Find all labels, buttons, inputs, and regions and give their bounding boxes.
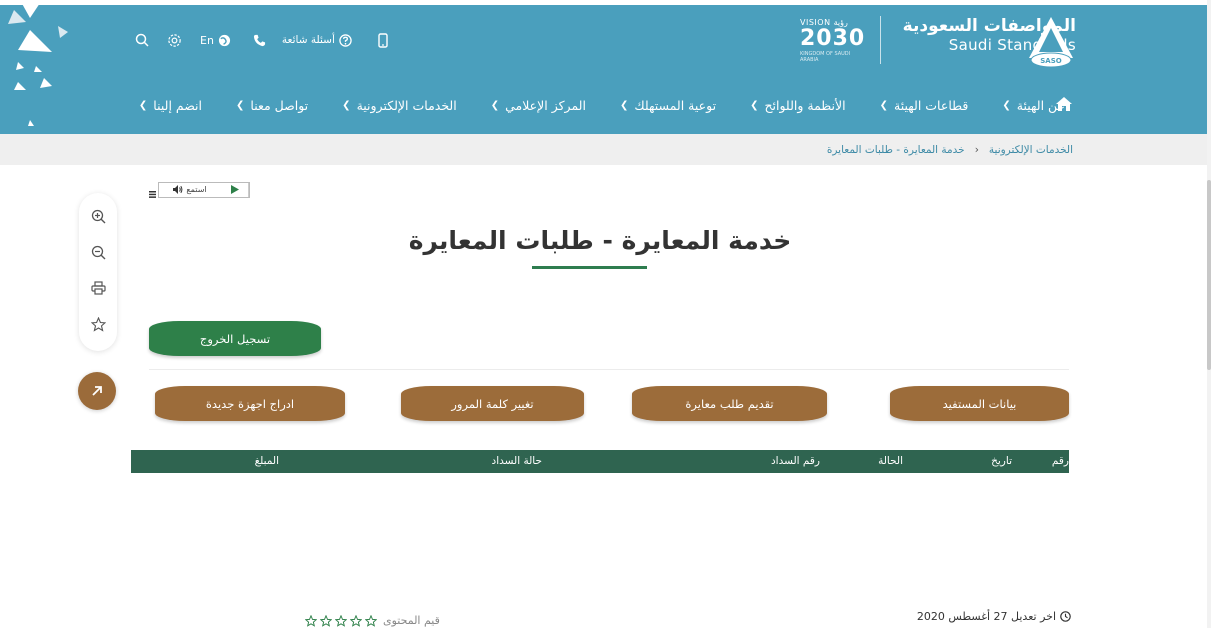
divider	[149, 369, 1069, 370]
nav-item-media[interactable]: المركز الإعلامي ❯	[491, 98, 586, 113]
vision-sub: KINGDOM OF SAUDI ARABIA	[800, 51, 851, 63]
print-icon[interactable]	[88, 279, 108, 297]
brand-divider	[880, 16, 881, 64]
breadcrumb: الخدمات الإلكترونية ‹ خدمة المعايرة - طل…	[0, 134, 1211, 165]
listen-widget: استمع	[149, 181, 250, 198]
zoom-in-icon[interactable]	[88, 207, 108, 225]
logout-button[interactable]: تسجيل الخروج	[149, 321, 321, 356]
vision-2030-logo: VISION رؤية 2030 KINGDOM OF SAUDI ARABIA	[800, 18, 866, 64]
listen-player: استمع	[158, 181, 250, 198]
column-header-amount[interactable]: المبلغ	[255, 455, 279, 467]
arrow-up-right-icon	[92, 386, 102, 396]
phone-icon[interactable]	[253, 34, 266, 47]
share-button[interactable]	[78, 372, 116, 410]
chevron-down-icon: ❯	[1002, 99, 1011, 111]
site-header: En أسئلة شائعة VISION رؤية 2030 KINGDOM …	[0, 0, 1211, 134]
chevron-down-icon: ❯	[619, 99, 629, 111]
globe-icon	[218, 34, 230, 46]
chevron-down-icon: ❯	[490, 99, 500, 111]
nav-label: قطاعات الهيئة	[894, 97, 969, 113]
star-icon[interactable]	[88, 315, 108, 333]
column-header-payment-status[interactable]: حالة السداد	[492, 455, 542, 467]
column-header-payment-number[interactable]: رقم السداد	[771, 455, 820, 467]
column-header-date[interactable]: تاريخ	[991, 455, 1012, 467]
search-icon[interactable]	[135, 33, 149, 47]
scrollbar-thumb[interactable]	[1207, 180, 1211, 370]
page-title: خدمة المعايرة - طلبات المعايرة	[408, 226, 792, 255]
star-icon[interactable]	[365, 614, 377, 627]
nav-item-join[interactable]: انضم إلينا ❯	[139, 98, 202, 113]
breadcrumb-item-current[interactable]: خدمة المعايرة - طلبات المعايرة	[827, 144, 965, 156]
chevron-down-icon: ❯	[750, 99, 759, 111]
nav-label: المركز الإعلامي	[505, 97, 586, 113]
saso-logo[interactable]: SASO	[1027, 14, 1075, 70]
last-modified: اخر تعديل 27 أغسطس 2020	[917, 610, 1071, 623]
submit-calibration-request-button[interactable]: تقديم طلب معايرة	[632, 386, 827, 421]
zoom-out-icon[interactable]	[88, 243, 108, 261]
play-icon[interactable]	[221, 182, 249, 197]
nav-label: الأنظمة واللوائح	[764, 97, 846, 113]
question-icon	[339, 33, 352, 47]
column-header-number[interactable]: رقم	[1052, 455, 1069, 467]
chevron-down-icon: ❯	[879, 99, 889, 111]
column-header-status[interactable]: الحالة	[878, 455, 903, 467]
nav-label: الخدمات الإلكترونية	[356, 97, 457, 113]
rating-stars	[305, 614, 377, 627]
chevron-down-icon: ❯	[138, 99, 148, 111]
chevron-down-icon: ❯	[236, 99, 245, 111]
nav-label: انضم إلينا	[153, 97, 202, 113]
rating-label: قيم المحتوى	[383, 614, 440, 627]
side-tools	[79, 193, 117, 351]
nav-label: تواصل معنا	[250, 97, 309, 113]
gear-icon[interactable]	[167, 33, 182, 48]
nav-item-regulations[interactable]: الأنظمة واللوائح ❯	[750, 98, 846, 113]
faq-link[interactable]: أسئلة شائعة	[281, 33, 352, 47]
nav-item-contact[interactable]: تواصل معنا ❯	[236, 98, 308, 113]
listen-button[interactable]: استمع	[159, 185, 221, 194]
language-label: En	[200, 33, 214, 47]
requests-table-header: رقم تاريخ الحالة رقم السداد حالة السداد …	[131, 450, 1069, 473]
top-strip	[0, 0, 1211, 5]
breadcrumb-item[interactable]: الخدمات الإلكترونية	[989, 144, 1073, 156]
last-modified-text: اخر تعديل 27 أغسطس 2020	[916, 610, 1056, 623]
star-icon[interactable]	[350, 614, 362, 627]
listen-label: استمع	[186, 185, 207, 194]
faq-label: أسئلة شائعة	[281, 34, 335, 46]
home-icon[interactable]	[1055, 96, 1073, 115]
language-switch[interactable]: En	[200, 34, 231, 47]
speaker-icon	[173, 185, 183, 194]
clock-icon	[1060, 611, 1071, 622]
nav-label: توعية المستهلك	[634, 97, 717, 113]
star-icon[interactable]	[335, 614, 347, 627]
nav-item-consumer[interactable]: توعية المستهلك ❯	[620, 98, 716, 113]
mobile-icon[interactable]	[378, 32, 388, 48]
nav-item-eservices[interactable]: الخدمات الإلكترونية ❯	[342, 98, 457, 113]
add-devices-button[interactable]: ادراج اجهزة جديدة	[155, 386, 345, 421]
change-password-button[interactable]: تغيير كلمة المرور	[401, 386, 584, 421]
menu-icon[interactable]	[149, 191, 156, 198]
star-icon[interactable]	[320, 614, 332, 627]
beneficiary-data-button[interactable]: بيانات المستفيد	[890, 386, 1069, 421]
star-icon[interactable]	[305, 614, 317, 627]
content-rating: قيم المحتوى	[305, 614, 440, 627]
vision-year: 2030	[800, 26, 866, 51]
main-nav: عن الهيئة ❯ قطاعات الهيئة ❯ الأنظمة واللوا…	[0, 92, 1211, 118]
utility-bar: En أسئلة شائعة	[135, 28, 406, 52]
chevron-left-icon: ‹	[974, 143, 979, 156]
saso-logo-text: SASO	[1040, 57, 1062, 65]
chevron-down-icon: ❯	[342, 99, 351, 111]
nav-item-sectors[interactable]: قطاعات الهيئة ❯	[880, 98, 969, 113]
title-underline	[532, 266, 647, 269]
